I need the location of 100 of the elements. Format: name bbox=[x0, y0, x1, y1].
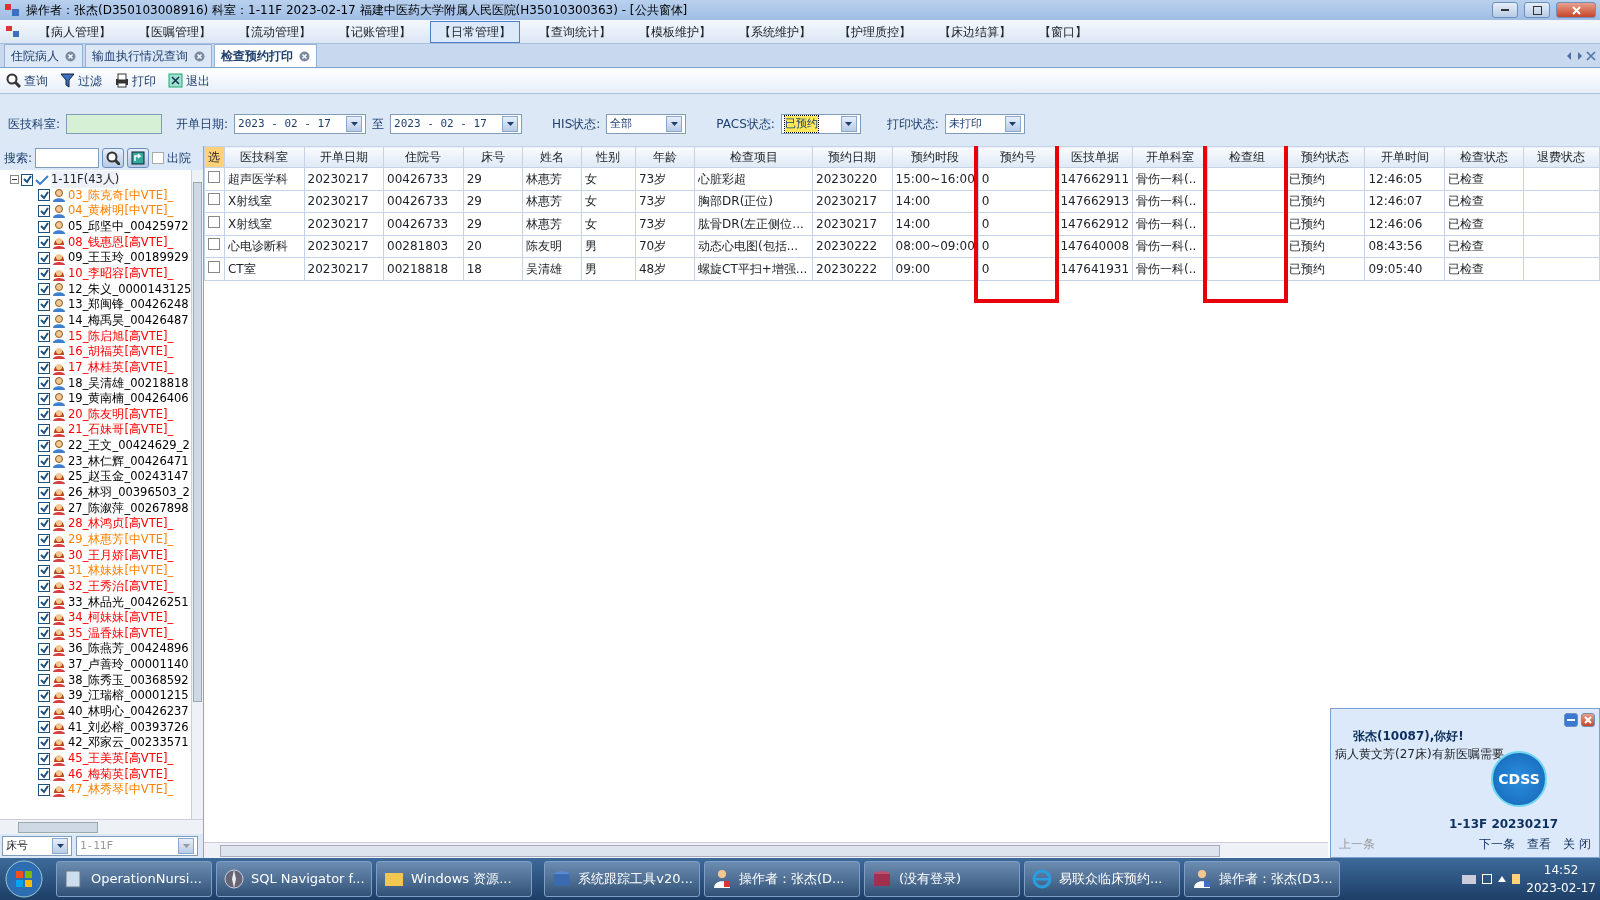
menu-item[interactable]: 【病人管理】 bbox=[30, 20, 120, 43]
row-checkbox[interactable] bbox=[208, 238, 221, 251]
patient-node[interactable]: 41_刘必榕_00393726 bbox=[68, 718, 189, 736]
date-picker[interactable]: 2023 - 02 - 17 bbox=[390, 114, 523, 134]
patient-node[interactable]: 27_陈溆萍_00267898 bbox=[68, 499, 189, 517]
patient-node[interactable]: 46_梅菊英[高VTE]_ bbox=[68, 765, 174, 783]
patient-node[interactable]: 10_李昭容[高VTE]_ bbox=[68, 265, 174, 283]
patient-node[interactable]: 15_陈启旭[高VTE]_ bbox=[68, 327, 174, 345]
column-header[interactable]: 医技单据 bbox=[1056, 146, 1133, 168]
menu-item[interactable]: 【日常管理】 bbox=[430, 20, 520, 43]
column-header[interactable]: 床号 bbox=[463, 146, 522, 168]
tab[interactable]: 住院病人 bbox=[4, 44, 83, 67]
taskbar-button[interactable]: OperationNursi... bbox=[56, 861, 212, 897]
tree-checkbox[interactable] bbox=[38, 252, 50, 264]
menu-item[interactable]: 【流动管理】 bbox=[230, 20, 320, 43]
menu-item[interactable]: 【护理质控】 bbox=[830, 20, 920, 43]
patient-node[interactable]: 30_王月娇[高VTE]_ bbox=[68, 546, 174, 564]
patient-node[interactable]: 38_陈秀玉_00368592 bbox=[68, 671, 189, 689]
row-checkbox[interactable] bbox=[208, 170, 221, 183]
patient-node[interactable]: 21_石妹哥[高VTE]_ bbox=[68, 421, 174, 439]
tree-checkbox[interactable] bbox=[38, 768, 50, 781]
patient-node[interactable]: 39_江瑞榕_00001215 bbox=[68, 687, 189, 705]
refresh-button[interactable] bbox=[127, 148, 150, 168]
column-header[interactable]: 预约日期 bbox=[812, 146, 893, 168]
start-button[interactable] bbox=[4, 859, 44, 899]
patient-node[interactable]: 17_林桂英[高VTE]_ bbox=[68, 358, 174, 377]
close-button[interactable] bbox=[1556, 2, 1596, 18]
patient-node[interactable]: 14_梅禹昊_00426487 bbox=[68, 311, 189, 330]
column-header[interactable]: 选 bbox=[204, 146, 225, 168]
tree-checkbox[interactable] bbox=[38, 220, 50, 233]
toolbar-button[interactable]: 查询 bbox=[6, 71, 48, 90]
column-header[interactable]: 开单日期 bbox=[304, 146, 384, 168]
tree-checkbox[interactable] bbox=[38, 564, 50, 577]
column-header[interactable]: 检查状态 bbox=[1444, 146, 1524, 168]
patient-node[interactable]: 19_黄南楠_00426406 bbox=[68, 390, 189, 408]
patient-node[interactable]: 20_陈友明[高VTE]_ bbox=[68, 405, 174, 424]
column-header[interactable]: 开单时间 bbox=[1364, 146, 1445, 168]
tree-checkbox[interactable] bbox=[38, 392, 50, 405]
column-header[interactable]: 检查项目 bbox=[694, 146, 813, 168]
menu-item[interactable]: 【医嘱管理】 bbox=[130, 20, 220, 43]
taskbar-button[interactable]: (没有登录) bbox=[864, 861, 1020, 897]
column-header[interactable]: 预约号 bbox=[978, 146, 1057, 168]
tree-checkbox[interactable] bbox=[38, 533, 50, 546]
patient-node[interactable]: 35_温香妹[高VTE]_ bbox=[68, 624, 174, 643]
tree-checkbox[interactable] bbox=[38, 439, 50, 452]
menu-item[interactable]: 【模板维护】 bbox=[630, 20, 720, 43]
taskbar-button[interactable]: 系统跟踪工具v20... bbox=[544, 861, 700, 897]
menu-item[interactable]: 【记账管理】 bbox=[330, 20, 420, 43]
pacs-status-dropdown[interactable]: 已预约 bbox=[780, 114, 861, 134]
column-header[interactable]: 性别 bbox=[581, 146, 636, 168]
tree-checkbox[interactable] bbox=[38, 189, 50, 202]
tree-checkbox[interactable] bbox=[38, 736, 50, 749]
taskbar-button[interactable]: 操作者：张杰(D3... bbox=[1184, 861, 1340, 897]
his-status-dropdown[interactable]: 全部 bbox=[606, 114, 687, 134]
patient-node[interactable]: 05_邱坚中_00425972 bbox=[68, 218, 189, 236]
tree-checkbox[interactable] bbox=[38, 361, 50, 374]
toolbar-button[interactable]: 过滤 bbox=[60, 71, 102, 90]
patient-node[interactable]: 42_邓家云_00233571 bbox=[68, 734, 189, 752]
column-header[interactable]: 年龄 bbox=[635, 146, 695, 168]
tree-checkbox[interactable] bbox=[38, 408, 50, 421]
row-checkbox[interactable] bbox=[208, 215, 221, 228]
toolbar-button[interactable]: 打印 bbox=[114, 71, 156, 90]
column-header[interactable]: 退费状态 bbox=[1523, 146, 1600, 168]
tree-checkbox[interactable] bbox=[38, 236, 50, 249]
tree-checkbox[interactable] bbox=[38, 596, 50, 609]
tree-checkbox[interactable] bbox=[21, 173, 33, 186]
column-header[interactable]: 住院号 bbox=[383, 146, 464, 168]
toolbar-button[interactable]: 退出 bbox=[168, 71, 210, 90]
scrollbar[interactable] bbox=[204, 842, 1328, 858]
close-link[interactable]: 关 闭 bbox=[1563, 835, 1591, 853]
tree-checkbox[interactable] bbox=[38, 517, 50, 530]
department-field[interactable] bbox=[66, 114, 163, 134]
column-header[interactable]: 开单科室 bbox=[1132, 146, 1208, 168]
tree-checkbox[interactable] bbox=[38, 705, 50, 718]
menu-item[interactable]: 【床边结算】 bbox=[930, 20, 1020, 43]
tree-checkbox[interactable] bbox=[38, 721, 50, 734]
tree-checkbox[interactable] bbox=[38, 502, 50, 515]
patient-node[interactable]: 18_吴清雄_00218818 bbox=[68, 374, 189, 392]
tree-checkbox[interactable] bbox=[38, 627, 50, 640]
tree-checkbox[interactable] bbox=[38, 783, 50, 796]
patient-node[interactable]: 37_卢善玲_00001140 bbox=[68, 656, 189, 674]
patient-node[interactable]: 32_王秀治[高VTE]_ bbox=[68, 577, 174, 596]
patient-node[interactable]: 33_林品光_00426251 bbox=[68, 593, 189, 611]
tab[interactable]: 输血执行情况查询 bbox=[85, 44, 212, 67]
column-header[interactable]: 检查组 bbox=[1207, 146, 1286, 168]
patient-node[interactable]: 40_林明心_00426237 bbox=[68, 703, 189, 721]
patient-node[interactable]: 34_柯妹妹[高VTE]_ bbox=[68, 609, 174, 627]
column-header[interactable]: 姓名 bbox=[522, 146, 582, 168]
tree-checkbox[interactable] bbox=[38, 689, 50, 702]
taskbar-button[interactable]: Windows 资源... bbox=[376, 861, 532, 897]
column-header[interactable]: 预约状态 bbox=[1285, 146, 1365, 168]
tree-checkbox[interactable] bbox=[38, 752, 50, 765]
patient-node[interactable]: 25_赵玉金_00243147 bbox=[68, 468, 189, 486]
tree-checkbox[interactable] bbox=[38, 298, 50, 311]
tree-checkbox[interactable] bbox=[38, 549, 50, 562]
patient-node[interactable]: 28_林鸿贞[高VTE]_ bbox=[68, 515, 174, 533]
tree-checkbox[interactable] bbox=[38, 267, 50, 280]
next-link[interactable]: 下一条 bbox=[1479, 835, 1516, 853]
tree-checkbox[interactable] bbox=[38, 377, 50, 390]
tree-checkbox[interactable] bbox=[38, 424, 50, 437]
